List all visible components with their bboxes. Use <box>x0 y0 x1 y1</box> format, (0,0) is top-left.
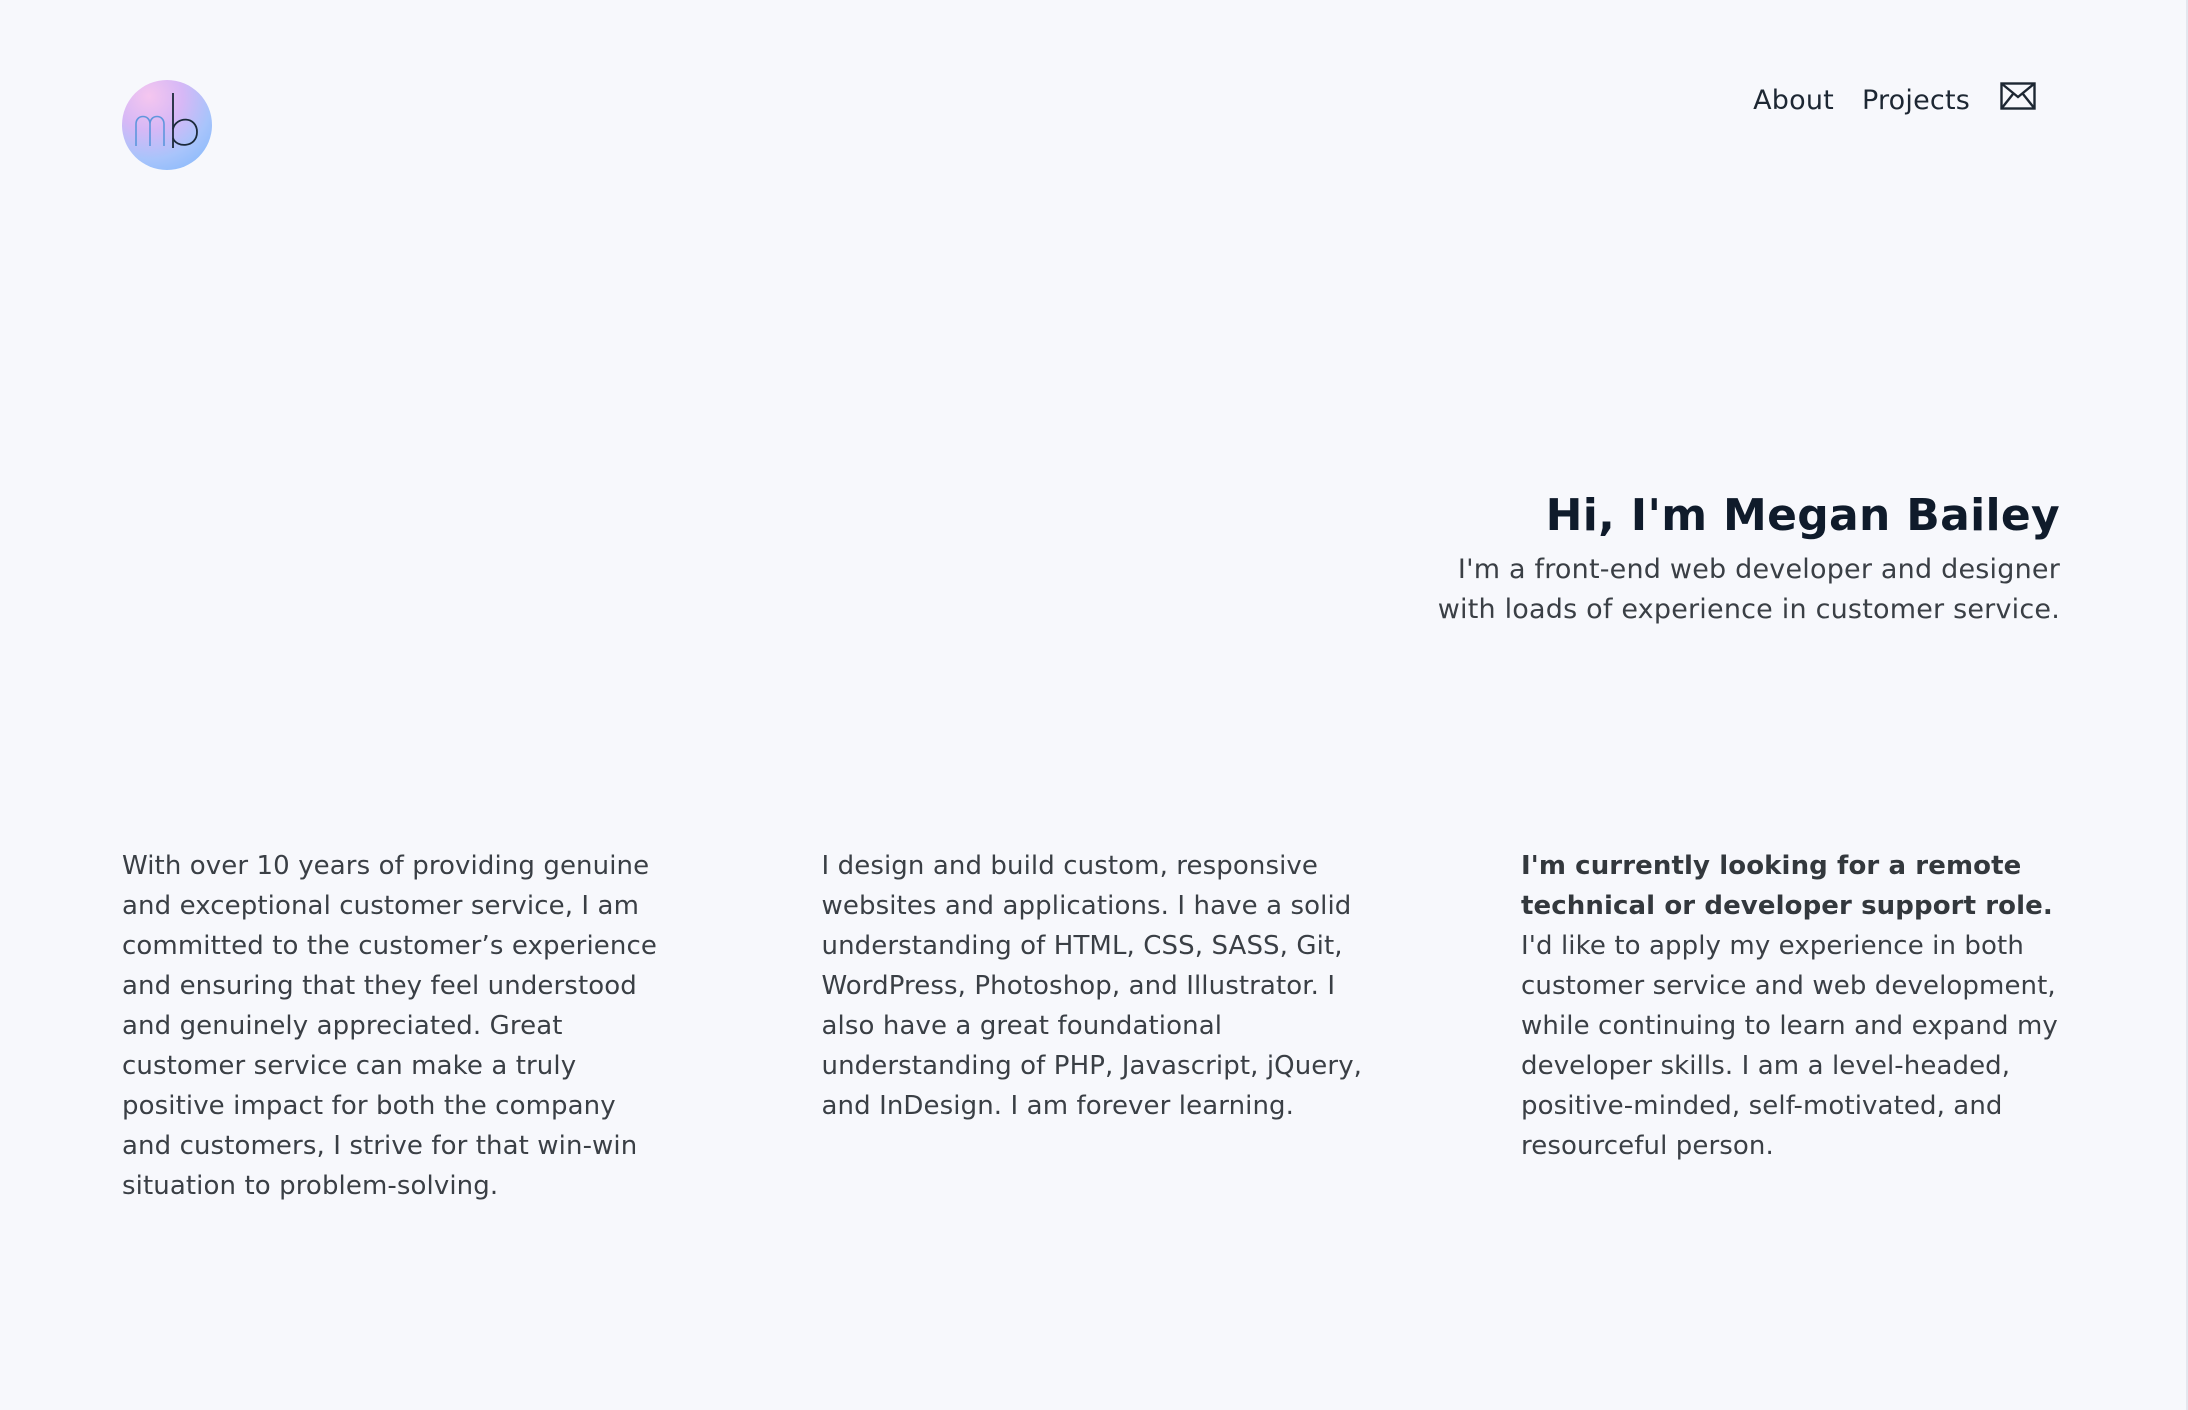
envelope-icon[interactable] <box>2000 82 2036 110</box>
nav-link-about[interactable]: About <box>1753 85 1834 116</box>
hero-subtitle-line1: I'm a front-end web developer and design… <box>1457 554 2060 585</box>
logo[interactable] <box>122 80 212 170</box>
site-header: About Projects <box>0 0 2188 200</box>
about-column-job-search: I'm currently looking for a remote techn… <box>1521 846 2066 1206</box>
about-column-skills: I design and build custom, responsive we… <box>822 846 1367 1206</box>
about-column-customer-service: With over 10 years of providing genuine … <box>122 846 667 1206</box>
logo-monogram-icon <box>135 93 198 148</box>
job-search-highlight: I'm currently looking for a remote techn… <box>1521 851 2053 921</box>
hero-heading: Hi, I'm Megan Bailey <box>1545 490 2060 541</box>
about-text-skills: I design and build custom, responsive we… <box>821 851 1363 1121</box>
about-text-customer-service: With over 10 years of providing genuine … <box>122 851 657 1201</box>
hero-intro: Hi, I'm Megan Bailey I'm a front-end web… <box>1438 488 2060 630</box>
about-text-job-search-block: I'm currently looking for a remote techn… <box>1521 846 2066 1166</box>
main-nav: About Projects <box>1725 80 2036 120</box>
nav-link-projects[interactable]: Projects <box>1862 85 1970 116</box>
about-columns: With over 10 years of providing genuine … <box>122 846 2066 1206</box>
hero-subtitle-line2: with loads of experience in customer ser… <box>1437 594 2060 625</box>
hero-subtitle: I'm a front-end web developer and design… <box>1438 550 2060 630</box>
about-text-job-search: I'd like to apply my experience in both … <box>1521 931 2058 1161</box>
